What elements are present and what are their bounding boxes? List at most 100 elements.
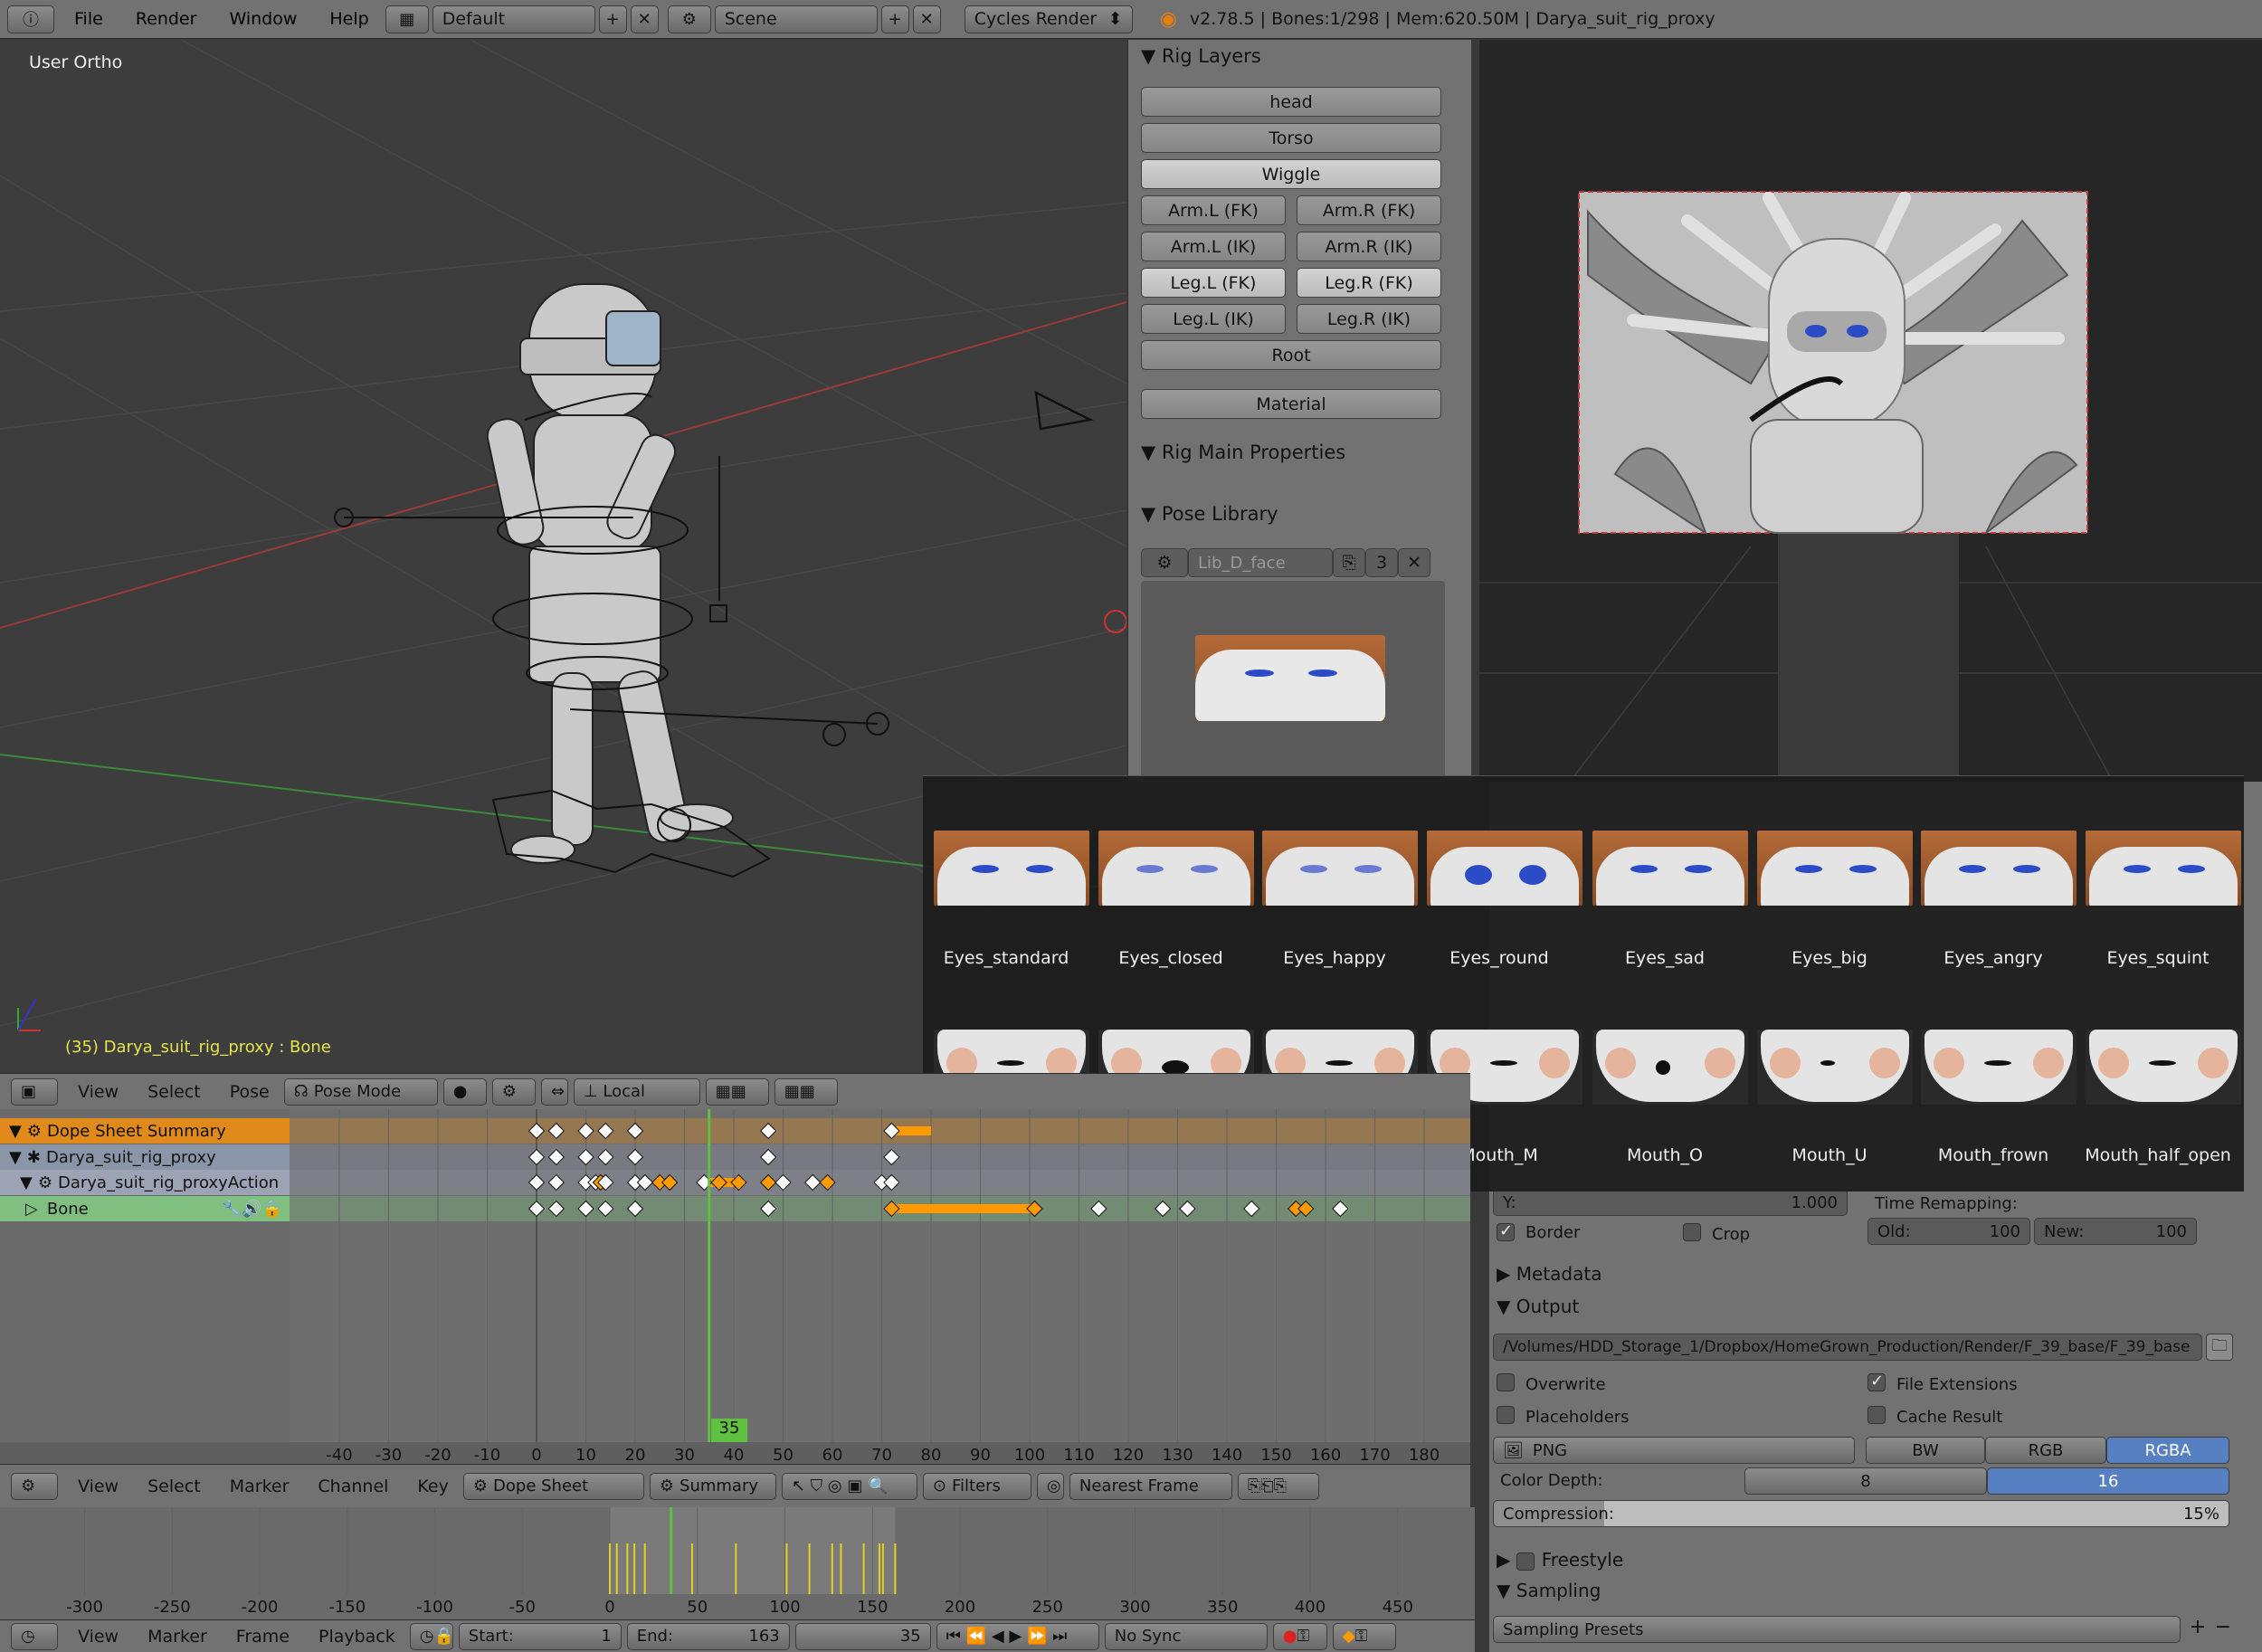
placeholders-checkbox[interactable]: [1497, 1406, 1515, 1424]
layer-arm-l-ik-button[interactable]: Arm.L (IK): [1141, 232, 1286, 261]
pose-lib-type-icon[interactable]: ⚙: [1141, 548, 1188, 577]
sampling-section-header[interactable]: ▼ Sampling: [1497, 1580, 1601, 1601]
eyes-pose-label[interactable]: Eyes_angry: [1915, 948, 2071, 968]
eyes-pose-thumbnail[interactable]: [934, 831, 1089, 906]
file-extensions-checkbox[interactable]: [1868, 1372, 1886, 1391]
layer-arm-r-fk-button[interactable]: Arm.R (FK): [1297, 195, 1441, 225]
menu-help[interactable]: Help: [313, 9, 385, 29]
timeline-ruler[interactable]: -300 -250 -200 -150 -100 -50 0 50 100 150 200 250 30…: [0, 1594, 1475, 1621]
layer-leg-r-fk-button[interactable]: Leg.R (FK): [1297, 268, 1441, 298]
ds-menu-marker[interactable]: Marker: [215, 1476, 304, 1496]
pivot-selector[interactable]: ⚙: [491, 1078, 536, 1106]
mouth-pose-thumbnail[interactable]: [1757, 1030, 1913, 1105]
editor-type-icon[interactable]: ◷: [11, 1622, 58, 1650]
vp-menu-view[interactable]: View: [63, 1082, 133, 1102]
ds-menu-channel[interactable]: Channel: [303, 1476, 403, 1496]
timeline-editor[interactable]: -300 -250 -200 -150 -100 -50 0 50 100 150 200 250 30…: [0, 1507, 1475, 1623]
mouth-pose-thumbnail[interactable]: [2086, 1030, 2241, 1105]
eyes-pose-thumbnail[interactable]: [1757, 831, 1913, 906]
mouth-pose-label[interactable]: Mouth_O: [1587, 1145, 1743, 1165]
channel-bone[interactable]: ▷ Bone 🔧🔊🔒: [0, 1196, 290, 1221]
channel-action[interactable]: ▼ ⚙ Darya_suit_rig_proxyAction: [0, 1170, 290, 1195]
color-rgba-button[interactable]: RGBA: [2106, 1437, 2229, 1464]
eyes-pose-thumbnail[interactable]: [1098, 831, 1254, 906]
filter-toggles[interactable]: ↖ ⛉ ◎ ▣ 🔍: [781, 1472, 917, 1500]
dope-sheet-editor[interactable]: ▼ ⚙ Dope Sheet Summary ▼ ✱ Darya_suit_rig_pr…: [0, 1109, 1470, 1473]
menu-file[interactable]: File: [58, 9, 119, 29]
layer-arm-r-ik-button[interactable]: Arm.R (IK): [1297, 232, 1441, 261]
vp-menu-select[interactable]: Select: [133, 1082, 215, 1102]
add-preset-icon[interactable]: +: [2186, 1616, 2210, 1643]
playback-controls[interactable]: ⏮ ⏪ ◀ ▶ ⏩ ⏭: [936, 1622, 1099, 1650]
folder-browse-icon[interactable]: 🗀: [2206, 1334, 2233, 1361]
metadata-section-header[interactable]: ▶ Metadata: [1497, 1263, 1601, 1285]
layer-leg-r-ik-button[interactable]: Leg.R (IK): [1297, 304, 1441, 334]
sync-selector[interactable]: No Sync: [1104, 1622, 1268, 1650]
border-checkbox[interactable]: [1497, 1221, 1515, 1241]
layers-grid-a[interactable]: ▦▦: [705, 1078, 769, 1106]
eyes-pose-thumbnail[interactable]: [1921, 831, 2077, 906]
manipulator-icon[interactable]: ⇔: [540, 1078, 568, 1106]
eyes-pose-thumbnail[interactable]: [1592, 831, 1748, 906]
scene-icon[interactable]: ⚙: [667, 5, 711, 33]
mouth-pose-thumbnail[interactable]: [1592, 1030, 1748, 1105]
freestyle-section-header[interactable]: ▶ Freestyle: [1497, 1549, 1623, 1571]
remove-scene-button[interactable]: ✕: [912, 5, 941, 33]
time-new-field[interactable]: New: 100: [2034, 1218, 2197, 1245]
pose-library-header[interactable]: ▼ Pose Library: [1141, 503, 1278, 525]
pose-lib-name[interactable]: Lib_D_face: [1188, 548, 1333, 577]
info-editor-icon[interactable]: ⓘ: [7, 5, 54, 33]
add-layout-button[interactable]: +: [598, 5, 627, 33]
rig-main-header[interactable]: ▼ Rig Main Properties: [1141, 441, 1345, 463]
eyes-pose-thumbnail[interactable]: [2086, 831, 2241, 906]
tl-menu-view[interactable]: View: [63, 1627, 133, 1647]
shading-selector[interactable]: ●: [442, 1078, 487, 1106]
channel-object[interactable]: ▼ ✱ Darya_suit_rig_proxy: [0, 1144, 290, 1170]
eyes-pose-label[interactable]: Eyes_big: [1752, 948, 1907, 968]
layer-material-button[interactable]: Material: [1141, 389, 1441, 419]
remove-preset-icon[interactable]: −: [2211, 1616, 2235, 1643]
summary-toggle[interactable]: ⚙ Summary: [649, 1472, 776, 1500]
compression-slider[interactable]: Compression: 15%: [1493, 1500, 2229, 1527]
image-editor-render[interactable]: [1479, 40, 2262, 782]
orientation-selector[interactable]: ⊥ Local: [573, 1078, 700, 1106]
add-scene-button[interactable]: +: [880, 5, 909, 33]
mouth-pose-thumbnail[interactable]: [1921, 1030, 2077, 1105]
eyes-pose-label[interactable]: Eyes_sad: [1587, 948, 1743, 968]
eyes-pose-label[interactable]: Eyes_closed: [1093, 948, 1249, 968]
tl-menu-marker[interactable]: Marker: [133, 1627, 222, 1647]
ds-menu-view[interactable]: View: [63, 1476, 133, 1496]
mouth-pose-label[interactable]: Mouth_half_open: [2080, 1145, 2236, 1165]
output-section-header[interactable]: ▼ Output: [1497, 1296, 1579, 1317]
color-rgb-button[interactable]: RGB: [1985, 1437, 2106, 1464]
vp-menu-pose[interactable]: Pose: [215, 1082, 284, 1102]
layout-icon[interactable]: ▦: [385, 5, 429, 33]
time-old-field[interactable]: Old: 100: [1868, 1218, 2030, 1245]
current-frame-indicator[interactable]: 35: [711, 1419, 747, 1442]
depth-16-button[interactable]: 16: [1987, 1467, 2229, 1495]
color-bw-button[interactable]: BW: [1866, 1437, 1985, 1464]
crop-checkbox[interactable]: [1683, 1223, 1701, 1241]
layer-wiggle-button[interactable]: Wiggle: [1141, 159, 1441, 189]
auto-key-record-icon[interactable]: ● ⚿: [1272, 1622, 1327, 1650]
unlink-icon[interactable]: ✕: [1398, 548, 1430, 577]
layer-root-button[interactable]: Root: [1141, 340, 1441, 370]
layers-grid-b[interactable]: ▦▦: [774, 1078, 838, 1106]
remove-layout-button[interactable]: ✕: [630, 5, 659, 33]
ds-menu-key[interactable]: Key: [403, 1476, 462, 1496]
eyes-pose-thumbnail[interactable]: [1427, 831, 1582, 906]
layer-head-button[interactable]: head: [1141, 87, 1441, 117]
editor-type-icon[interactable]: ⚙: [11, 1472, 58, 1500]
output-path-field[interactable]: /Volumes/HDD_Storage_1/Dropbox/HomeGrown…: [1493, 1334, 2202, 1361]
resolution-y-field[interactable]: Y: 1.000: [1493, 1189, 1848, 1216]
eyes-pose-thumbnail[interactable]: [1262, 831, 1418, 906]
channel-controls-icon[interactable]: 🔧🔊🔒: [222, 1200, 282, 1219]
layout-selector[interactable]: Default: [432, 5, 595, 33]
file-format-selector[interactable]: 🖼 PNG: [1493, 1437, 1855, 1464]
depth-8-button[interactable]: 8: [1744, 1467, 1987, 1495]
only-selected-icon[interactable]: ◎: [1036, 1472, 1064, 1500]
eyes-pose-label[interactable]: Eyes_happy: [1257, 948, 1412, 968]
eyes-pose-label[interactable]: Eyes_round: [1421, 948, 1577, 968]
menu-window[interactable]: Window: [213, 9, 313, 29]
scene-selector[interactable]: Scene: [714, 5, 878, 33]
